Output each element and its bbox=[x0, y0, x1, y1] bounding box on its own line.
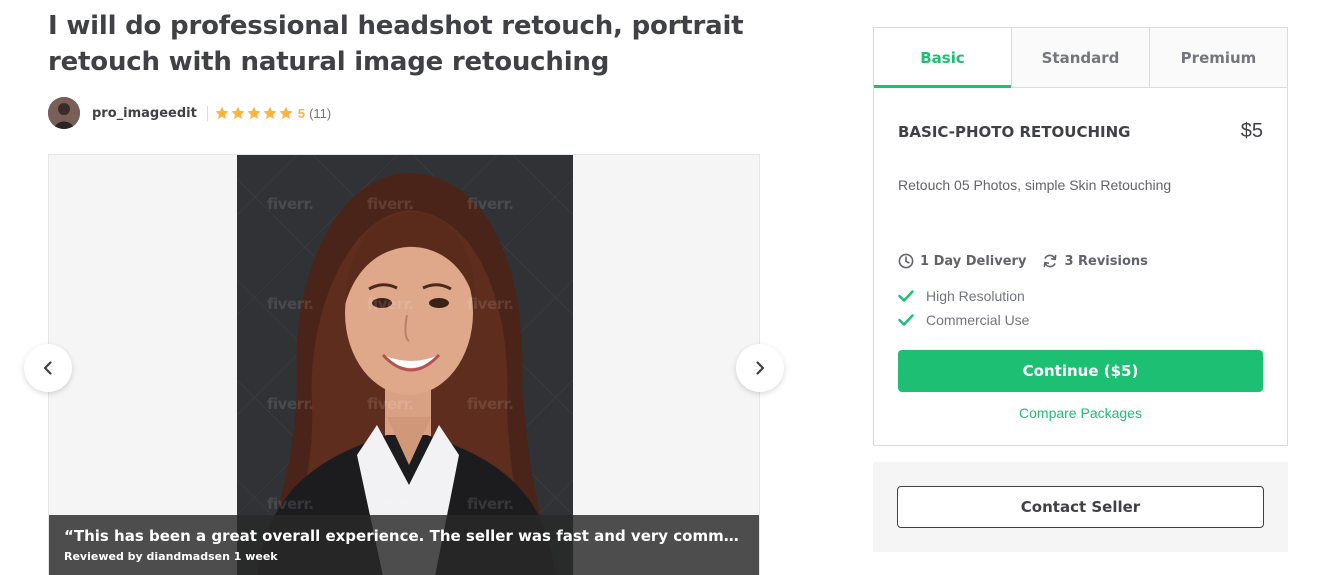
star-icon bbox=[263, 106, 277, 119]
review-author: Reviewed by diandmadsen 1 week bbox=[64, 550, 278, 563]
continue-button[interactable]: Continue ($5) bbox=[898, 350, 1263, 392]
revisions-label: 3 Revisions bbox=[1064, 253, 1148, 269]
star-icon bbox=[231, 106, 245, 119]
package-name: BASIC-PHOTO RETOUCHING bbox=[898, 122, 1131, 141]
watermark-text: fiverr. bbox=[467, 295, 514, 313]
package-card: Basic Standard Premium BASIC-PHOTO RETOU… bbox=[873, 27, 1288, 446]
package-meta: 1 Day Delivery 3 Revisions bbox=[898, 253, 1164, 269]
star-icon bbox=[215, 106, 229, 119]
gig-title: I will do professional headshot retouch,… bbox=[48, 11, 744, 77]
watermark-text: fiverr. bbox=[267, 495, 314, 513]
seller-overview: pro_imageedit 5 (11) bbox=[48, 97, 331, 129]
feature-list: High Resolution Commercial Use bbox=[898, 284, 1029, 332]
refresh-icon bbox=[1044, 254, 1057, 268]
watermark-text: fiverr. bbox=[367, 395, 414, 413]
rating-count[interactable]: (11) bbox=[309, 106, 331, 121]
tab-basic[interactable]: Basic bbox=[874, 28, 1011, 88]
delivery-label: 1 Day Delivery bbox=[920, 253, 1027, 269]
chevron-right-icon bbox=[756, 361, 765, 375]
tab-standard[interactable]: Standard bbox=[1011, 28, 1149, 87]
package-header: BASIC-PHOTO RETOUCHING $5 bbox=[898, 120, 1263, 143]
seller-username[interactable]: pro_imageedit bbox=[92, 106, 197, 121]
feature-item: High Resolution bbox=[898, 284, 1029, 308]
watermark-text: fiverr. bbox=[367, 295, 414, 313]
rating-score: 5 bbox=[297, 105, 306, 121]
compare-packages-link[interactable]: Compare Packages bbox=[874, 405, 1287, 421]
review-snippet: “This has been a great overall experienc… bbox=[49, 515, 759, 575]
gallery-next-button[interactable] bbox=[736, 344, 784, 392]
divider bbox=[206, 105, 208, 121]
package-description: Retouch 05 Photos, simple Skin Retouchin… bbox=[898, 177, 1172, 193]
watermark-text: fiverr. bbox=[267, 295, 314, 313]
package-tabs: Basic Standard Premium bbox=[874, 28, 1287, 88]
star-rating bbox=[215, 106, 295, 120]
feature-label: Commercial Use bbox=[926, 312, 1030, 328]
seller-avatar[interactable] bbox=[48, 97, 80, 129]
tab-premium[interactable]: Premium bbox=[1149, 28, 1287, 87]
feature-label: High Resolution bbox=[926, 288, 1025, 304]
package-price: $5 bbox=[1240, 120, 1263, 142]
contact-panel: Contact Seller bbox=[873, 462, 1288, 552]
watermark-text: fiverr. bbox=[267, 395, 314, 413]
watermark-text: fiverr. bbox=[267, 195, 314, 213]
review-quote: “This has been a great overall experienc… bbox=[64, 527, 746, 545]
star-icon bbox=[279, 106, 293, 119]
feature-item: Commercial Use bbox=[898, 308, 1029, 332]
watermark-text: fiverr. bbox=[467, 195, 514, 213]
revisions: 3 Revisions bbox=[1042, 253, 1148, 269]
watermark-text: fiverr. bbox=[467, 395, 514, 413]
delivery-time: 1 Day Delivery bbox=[898, 253, 1026, 269]
clock-icon bbox=[898, 253, 914, 269]
star-icon bbox=[247, 106, 261, 119]
chevron-left-icon bbox=[43, 361, 52, 375]
watermark-text: fiverr. bbox=[467, 495, 514, 513]
gallery-prev-button[interactable] bbox=[24, 344, 72, 392]
gallery-image[interactable]: fiverr. fiverr. fiverr. fiverr. fiverr. … bbox=[237, 155, 573, 575]
gig-gallery: fiverr. fiverr. fiverr. fiverr. fiverr. … bbox=[48, 154, 760, 575]
watermark-text: fiverr. bbox=[367, 495, 414, 513]
contact-seller-button[interactable]: Contact Seller bbox=[897, 486, 1264, 528]
check-icon bbox=[898, 290, 914, 302]
watermark-text: fiverr. bbox=[367, 195, 414, 213]
check-icon bbox=[898, 314, 914, 326]
